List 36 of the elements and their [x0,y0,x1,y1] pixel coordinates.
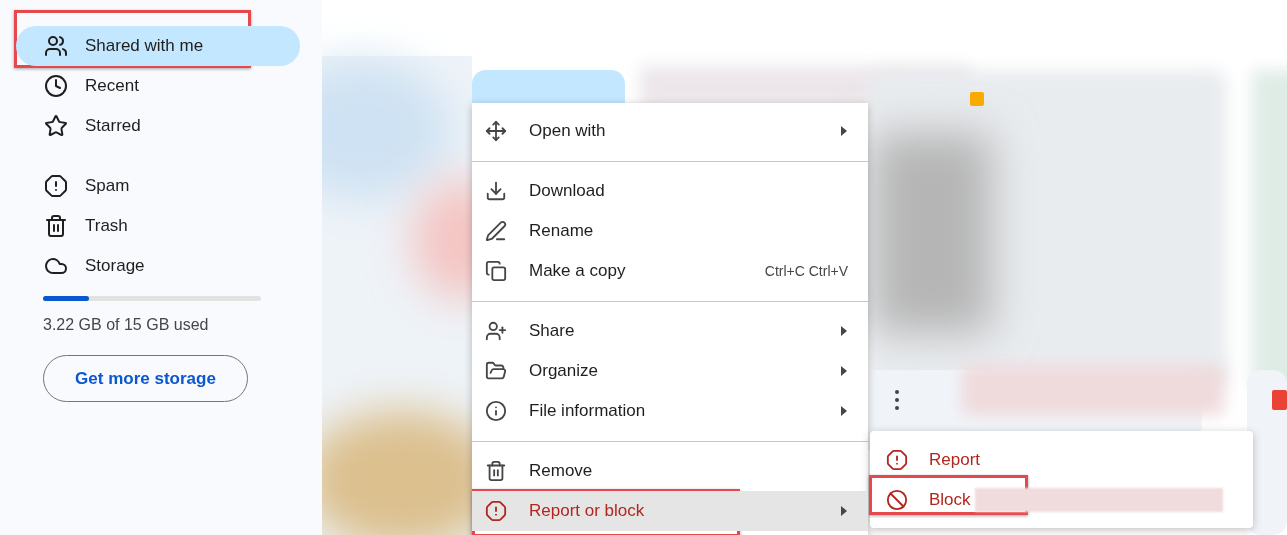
menu-item[interactable]: Report or block [472,491,868,531]
menu-item[interactable]: Remove [472,451,868,491]
sidebar-item[interactable]: Shared with me [16,26,300,66]
shortcut-text: Ctrl+C Ctrl+V [764,261,848,281]
menu-item[interactable]: Organize [472,351,868,391]
menu-label: Share [529,320,575,343]
menu-label: Open with [529,120,606,143]
menu-label: File information [529,400,646,423]
sidebar-item[interactable]: Recent [16,66,300,106]
menu-item[interactable]: Rename [472,211,868,251]
storage-usage: 3.22 GB of 15 GB used [43,315,210,335]
sidebar-item[interactable]: Spam [16,166,300,206]
menu-label: Report or block [529,500,645,523]
menu-item[interactable]: Make a copy Ctrl+C Ctrl+V [472,251,868,291]
sidebar-label: Shared with me [85,35,204,58]
sidebar-label: Storage [85,255,145,278]
sidebar-label: Trash [85,215,128,238]
menu-item[interactable]: Report [870,440,1253,480]
menu-label: Make a copy [529,260,626,283]
sidebar-item[interactable]: Starred [16,106,300,146]
sidebar-item[interactable]: Trash [16,206,300,246]
menu-label: Organize [529,360,598,383]
menu-item[interactable]: File information [472,391,868,431]
sidebar-label: Spam [85,175,130,198]
menu-item[interactable]: Open with [472,111,868,151]
sidebar-item[interactable]: Storage [16,246,300,286]
menu-item[interactable]: Download [472,171,868,211]
menu-label: Rename [529,220,594,243]
menu-item[interactable]: Block [870,480,1253,520]
menu-label: Remove [529,460,593,483]
sidebar-label: Starred [85,115,141,138]
menu-label: Report [929,449,981,472]
menu-label: Block [929,489,971,512]
sidebar-label: Recent [85,75,139,98]
menu-item[interactable]: Share [472,311,868,351]
menu-label: Download [529,180,605,203]
